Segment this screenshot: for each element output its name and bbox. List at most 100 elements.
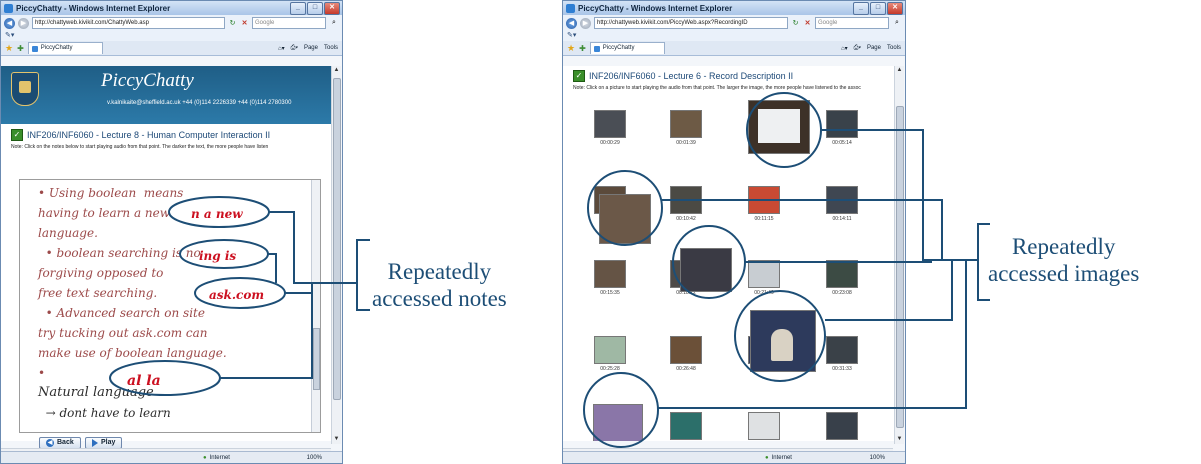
image-thumbnail[interactable]: 00:31:33 <box>819 336 865 372</box>
left-search-input[interactable]: Google <box>252 17 326 29</box>
large-thumbnail-lecturer[interactable] <box>750 310 816 372</box>
thumbnail-image[interactable] <box>826 110 858 138</box>
scroll-up-arrow-icon[interactable]: ▲ <box>332 66 341 75</box>
print-icon[interactable]: ⎙▾ <box>854 45 861 52</box>
note-line[interactable]: make use of boolean language. <box>38 343 227 363</box>
stop-icon[interactable]: ✕ <box>240 19 249 28</box>
scroll-down-arrow-icon[interactable]: ▼ <box>332 435 341 444</box>
tools-menu[interactable]: Tools <box>887 45 901 52</box>
back-nav-icon[interactable]: ◀ <box>566 17 577 29</box>
thumbnail-image[interactable] <box>748 186 780 214</box>
image-thumbnail[interactable]: 00:00:29 <box>587 110 633 146</box>
right-address-input[interactable]: http://chattyweb.kivikit.com/PiccyWeb.as… <box>594 17 788 29</box>
favorites-star-icon[interactable]: ★ <box>567 43 575 54</box>
page-menu[interactable]: Page <box>867 45 881 52</box>
notes-scrollbar[interactable] <box>311 180 320 432</box>
notes-scroll-thumb[interactable] <box>313 328 320 390</box>
scroll-down-arrow-icon[interactable]: ▼ <box>895 435 904 444</box>
close-button[interactable]: ✕ <box>887 2 903 15</box>
page-menu[interactable]: Page <box>304 45 318 52</box>
image-thumbnail[interactable]: 00:26:48 <box>663 336 709 372</box>
image-thumbnail[interactable]: 00:23:08 <box>819 260 865 296</box>
add-favorites-icon[interactable]: ✚ <box>17 44 24 53</box>
thumbnail-image[interactable] <box>670 336 702 364</box>
note-line[interactable]: free text searching. <box>38 283 157 303</box>
image-thumbnail[interactable]: 00:11:15 <box>741 186 787 222</box>
image-thumbnail[interactable]: 00:35:07 <box>663 412 709 441</box>
large-thumbnail-class[interactable] <box>680 248 732 292</box>
left-page-scrollbar[interactable]: ▲ ▼ <box>331 66 341 444</box>
home-icon[interactable]: ⌂▾ <box>278 45 285 52</box>
note-line[interactable]: • <box>38 363 45 383</box>
highlighted-note[interactable]: ing is <box>199 249 236 263</box>
image-thumbnail[interactable]: 00:25:28 <box>587 336 633 372</box>
tools-menu[interactable]: Tools <box>324 45 338 52</box>
refresh-icon[interactable]: ↻ <box>791 19 800 28</box>
thumbnail-image[interactable] <box>748 260 780 288</box>
minimize-button[interactable]: _ <box>853 2 869 15</box>
print-icon[interactable]: ⎙▾ <box>291 45 298 52</box>
checkbox-logo-icon: ✓ <box>573 70 585 82</box>
forward-nav-icon[interactable]: ▶ <box>580 17 591 29</box>
note-line[interactable]: forgiving opposed to <box>38 263 163 283</box>
note-line[interactable]: • Advanced search on site <box>38 303 205 323</box>
note-line[interactable]: • Using boolean means <box>38 183 183 203</box>
refresh-icon[interactable]: ↻ <box>228 19 237 28</box>
image-thumbnail[interactable]: 00:10:42 <box>663 186 709 222</box>
favorites-star-icon[interactable]: ★ <box>5 43 13 54</box>
image-thumbnail[interactable]: 00:15:35 <box>587 260 633 296</box>
home-icon[interactable]: ⌂▾ <box>841 45 848 52</box>
scroll-up-arrow-icon[interactable]: ▲ <box>895 66 904 75</box>
image-thumbnail[interactable]: 00:05:14 <box>819 110 865 146</box>
image-thumbnail[interactable]: 00:14:11 <box>819 186 865 222</box>
right-scroll-thumb[interactable] <box>896 106 904 428</box>
add-favorites-icon[interactable]: ✚ <box>579 44 586 53</box>
thumbnail-image[interactable] <box>748 412 780 440</box>
left-status-zoom[interactable]: 100% <box>307 455 322 461</box>
forward-nav-icon[interactable]: ▶ <box>18 17 29 29</box>
thumbnail-image[interactable] <box>826 186 858 214</box>
handwritten-notes-panel[interactable]: • Using boolean means having to learn a … <box>19 179 321 433</box>
highlighted-note[interactable]: ask.com <box>209 288 264 302</box>
thumbnail-image[interactable] <box>594 336 626 364</box>
maximize-button[interactable]: □ <box>870 2 886 15</box>
large-thumbnail-hand[interactable] <box>593 404 643 441</box>
thumbnail-image[interactable] <box>670 110 702 138</box>
image-thumbnail[interactable]: 00:01:39 <box>663 110 709 146</box>
search-icon[interactable]: ⌕ <box>329 18 339 28</box>
back-nav-icon[interactable]: ◀ <box>4 17 15 29</box>
thumbnail-image[interactable] <box>826 260 858 288</box>
highlighted-note[interactable]: al la <box>127 373 161 389</box>
note-line[interactable]: try tucking out ask.com can <box>38 323 208 343</box>
left-tab-piccychatty[interactable]: PiccyChatty <box>27 42 104 54</box>
left-scroll-thumb[interactable] <box>333 78 341 400</box>
highlighted-note[interactable]: n a new <box>191 207 243 221</box>
thumbnail-image[interactable] <box>670 186 702 214</box>
right-tab-piccychatty[interactable]: PiccyChatty <box>589 42 666 54</box>
stop-icon[interactable]: ✕ <box>803 19 812 28</box>
large-thumbnail-slide[interactable] <box>748 100 810 154</box>
thumbnail-image[interactable] <box>826 336 858 364</box>
image-thumbnail[interactable]: 00:37:24 <box>741 412 787 441</box>
note-line[interactable]: language. <box>38 223 98 243</box>
thumbnail-image[interactable] <box>670 412 702 440</box>
large-thumbnail-student[interactable] <box>599 194 651 244</box>
right-search-input[interactable]: Google <box>815 17 889 29</box>
note-line[interactable]: → dont have to learn <box>38 403 171 423</box>
maximize-button[interactable]: □ <box>307 2 323 15</box>
note-line[interactable]: having to learn a new <box>38 203 170 223</box>
image-thumbnail[interactable]: 00:21:49 <box>741 260 787 296</box>
thumbnail-image[interactable] <box>826 412 858 440</box>
links-icon[interactable]: ✎▾ <box>1 31 342 41</box>
search-icon[interactable]: ⌕ <box>892 18 902 28</box>
right-page-scrollbar[interactable]: ▲ ▼ <box>894 66 904 444</box>
left-address-input[interactable]: http://chattyweb.kivikit.com/ChattyWeb.a… <box>32 17 225 29</box>
minimize-button[interactable]: _ <box>290 2 306 15</box>
close-button[interactable]: ✕ <box>324 2 340 15</box>
thumbnail-image[interactable] <box>594 110 626 138</box>
right-status-zoom[interactable]: 100% <box>870 455 885 461</box>
note-line[interactable]: • boolean searching is no <box>38 243 201 263</box>
image-thumbnail[interactable]: 00:38:57 <box>819 412 865 441</box>
thumbnail-image[interactable] <box>594 260 626 288</box>
links-icon[interactable]: ✎▾ <box>563 31 905 41</box>
